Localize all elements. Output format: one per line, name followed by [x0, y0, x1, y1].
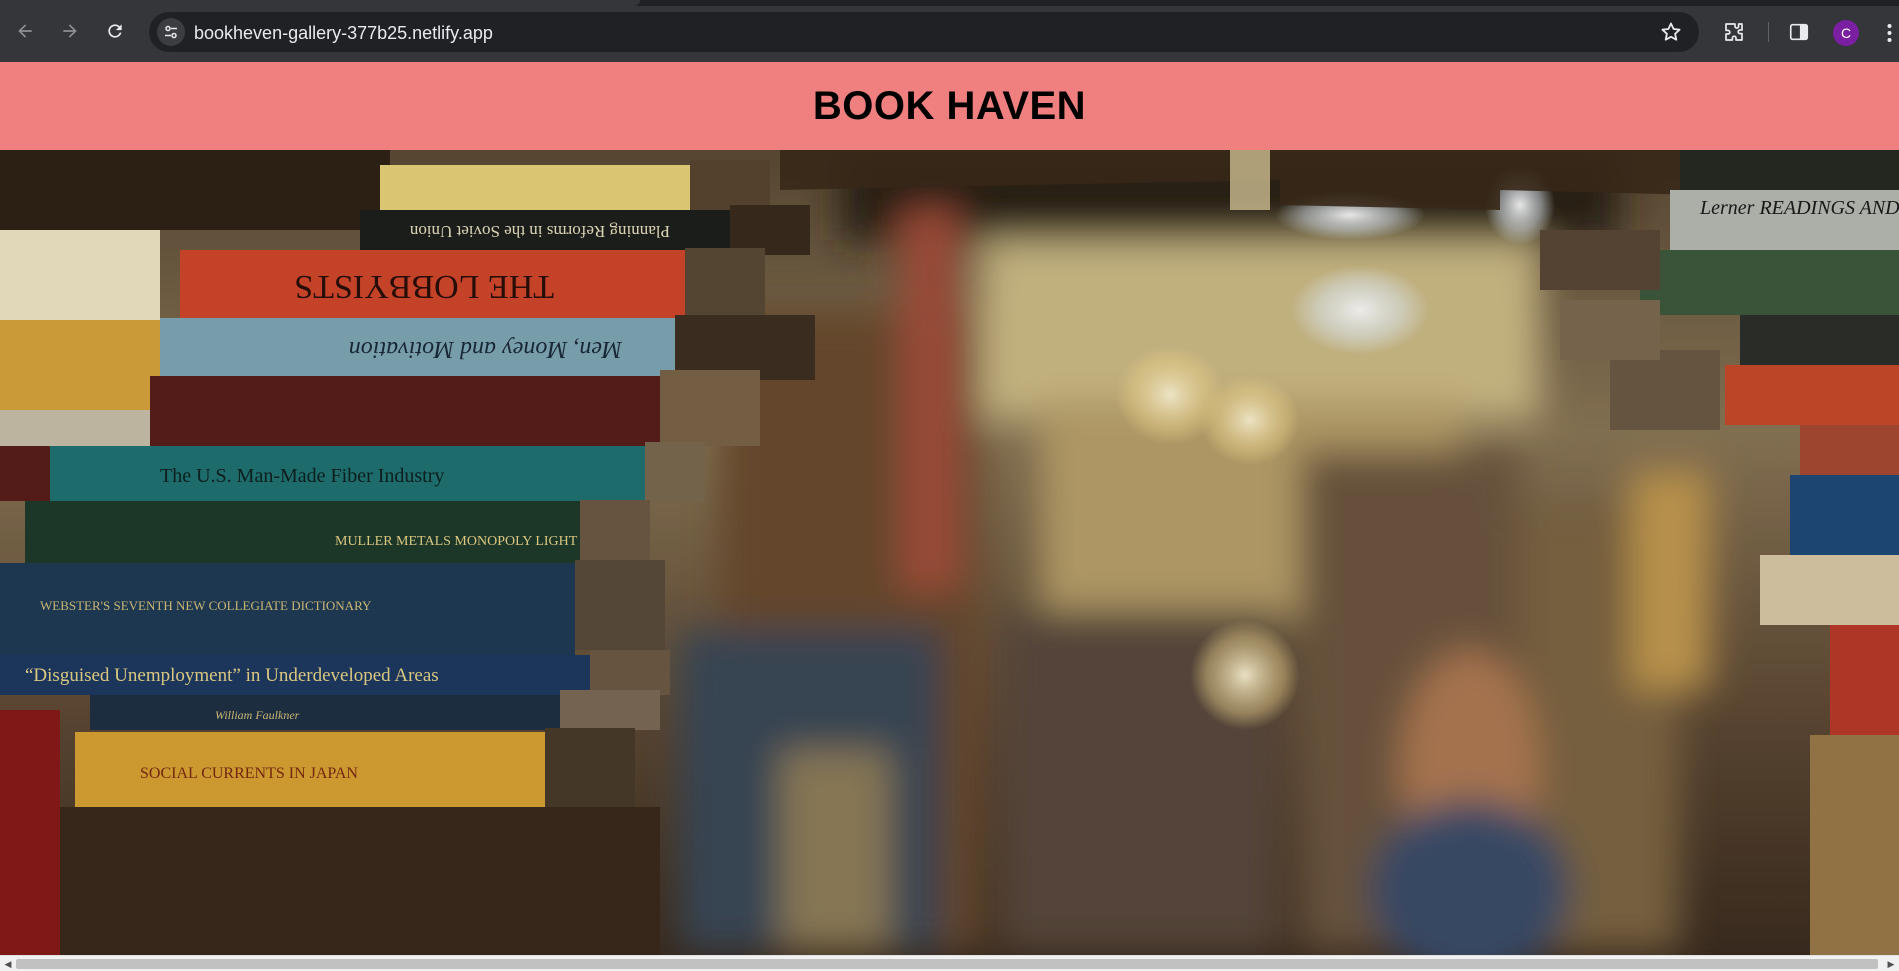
active-tab[interactable]	[0, 0, 640, 6]
arrow-right-icon	[63, 24, 77, 38]
site-header: BOOK HAVEN	[0, 62, 1899, 150]
side-panel-button[interactable]	[1786, 19, 1812, 45]
more-vert-icon[interactable]	[1880, 20, 1899, 46]
hero-image: Planning Reforms in the Soviet Union THE…	[0, 150, 1899, 955]
browser-toolbar: bookheven-gallery-377b25.netlify.app C	[0, 0, 1899, 62]
forward-button[interactable]	[55, 16, 85, 46]
reload-button[interactable]	[100, 16, 130, 46]
scroll-left-icon[interactable]: ◀	[0, 956, 16, 971]
horizontal-scrollbar[interactable]: ◀ ▶	[0, 955, 1899, 971]
back-button[interactable]	[10, 16, 40, 46]
profile-avatar[interactable]: C	[1833, 20, 1859, 46]
reload-icon	[108, 24, 122, 38]
tune-icon	[165, 25, 177, 39]
scrollbar-thumb[interactable]	[16, 959, 1878, 969]
arrow-left-icon	[18, 24, 32, 38]
extensions-button[interactable]	[1721, 19, 1747, 45]
star-icon[interactable]	[1659, 20, 1683, 44]
side-panel-icon	[1789, 23, 1809, 41]
address-bar[interactable]: bookheven-gallery-377b25.netlify.app	[149, 12, 1699, 52]
site-info-button[interactable]	[157, 18, 185, 46]
toolbar-divider	[1768, 22, 1769, 42]
page-viewport: BOOK HAVEN Planning Reforms in the Sovie…	[0, 62, 1899, 955]
bookshop-photo: Planning Reforms in the Soviet Union THE…	[0, 150, 1899, 955]
site-title: BOOK HAVEN	[812, 83, 1087, 128]
puzzle-icon	[1725, 23, 1743, 41]
scroll-right-icon[interactable]: ▶	[1883, 956, 1899, 971]
tab-strip	[0, 0, 1899, 6]
url-text[interactable]: bookheven-gallery-377b25.netlify.app	[194, 23, 493, 44]
